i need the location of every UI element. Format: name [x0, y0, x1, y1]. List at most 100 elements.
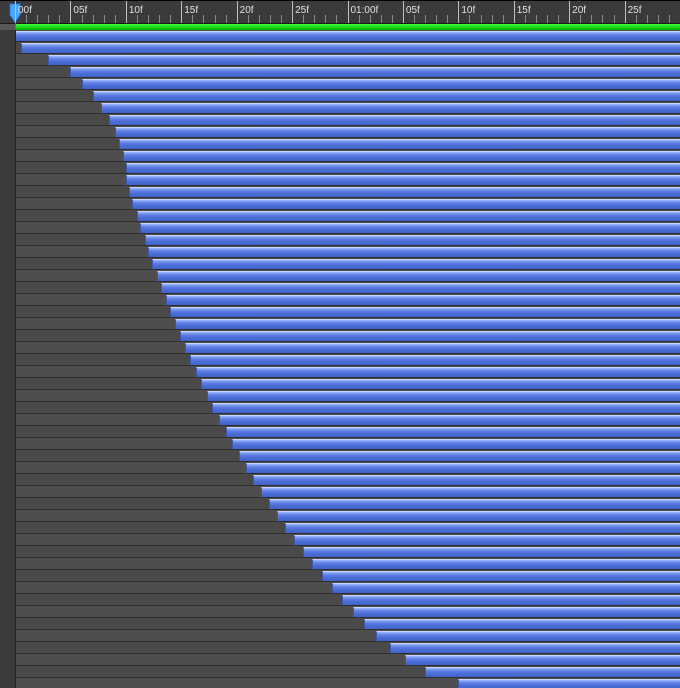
layer-row[interactable] [0, 654, 680, 666]
layer-bar[interactable] [332, 583, 680, 593]
layer-row[interactable] [0, 582, 680, 594]
layer-row[interactable] [0, 198, 680, 210]
layer-row[interactable] [0, 378, 680, 390]
layer-row[interactable] [0, 270, 680, 282]
layer-bar[interactable] [322, 571, 680, 581]
layer-row[interactable] [0, 450, 680, 462]
layer-row[interactable] [0, 462, 680, 474]
layer-row[interactable] [0, 54, 680, 66]
layer-bar[interactable] [145, 235, 680, 245]
layer-row[interactable] [0, 642, 680, 654]
layer-bar[interactable] [157, 271, 680, 281]
layer-row[interactable] [0, 402, 680, 414]
layer-row[interactable] [0, 222, 680, 234]
layer-bar[interactable] [239, 451, 680, 461]
layer-row[interactable] [0, 126, 680, 138]
layer-row[interactable] [0, 534, 680, 546]
layer-bar[interactable] [126, 175, 680, 185]
layer-bar[interactable] [364, 619, 680, 629]
layer-row[interactable] [0, 390, 680, 402]
layer-bar[interactable] [140, 223, 680, 233]
layer-bar[interactable] [70, 67, 680, 77]
layer-row[interactable] [0, 606, 680, 618]
layer-row[interactable] [0, 366, 680, 378]
layer-bar[interactable] [115, 127, 680, 137]
time-ruler[interactable]: 00f05f10f15f20f25f01:00f05f10f15f20f25f [0, 0, 680, 24]
layer-bar[interactable] [175, 319, 680, 329]
layer-bar[interactable] [207, 391, 680, 401]
layer-row[interactable] [0, 174, 680, 186]
layer-row[interactable] [0, 522, 680, 534]
layer-row[interactable] [0, 162, 680, 174]
layer-row[interactable] [0, 30, 680, 42]
layer-row[interactable] [0, 474, 680, 486]
layer-bar[interactable] [303, 547, 680, 557]
layer-bar[interactable] [458, 679, 680, 688]
layer-row[interactable] [0, 42, 680, 54]
layer-bar[interactable] [148, 247, 680, 257]
layer-row[interactable] [0, 330, 680, 342]
layer-row[interactable] [0, 294, 680, 306]
layer-bar[interactable] [82, 79, 680, 89]
layer-row[interactable] [0, 618, 680, 630]
layer-tracks[interactable] [0, 30, 680, 688]
layer-bar[interactable] [285, 523, 680, 533]
layer-row[interactable] [0, 90, 680, 102]
layer-bar[interactable] [161, 283, 680, 293]
layer-bar[interactable] [232, 439, 680, 449]
layer-bar[interactable] [342, 595, 680, 605]
layer-bar[interactable] [119, 139, 680, 149]
layer-bar[interactable] [261, 487, 680, 497]
layer-bar[interactable] [190, 355, 680, 365]
layer-bar[interactable] [129, 187, 680, 197]
layer-bar[interactable] [137, 211, 680, 221]
layer-row[interactable] [0, 678, 680, 688]
layer-row[interactable] [0, 342, 680, 354]
layer-row[interactable] [0, 414, 680, 426]
layer-bar[interactable] [166, 295, 680, 305]
layer-bar[interactable] [196, 367, 680, 377]
layer-row[interactable] [0, 426, 680, 438]
layer-bar[interactable] [201, 379, 680, 389]
layer-bar[interactable] [123, 151, 680, 161]
layer-bar[interactable] [405, 655, 680, 665]
layer-row[interactable] [0, 234, 680, 246]
layer-row[interactable] [0, 246, 680, 258]
layer-bar[interactable] [15, 31, 680, 41]
layer-bar[interactable] [152, 259, 680, 269]
layer-row[interactable] [0, 666, 680, 678]
layer-bar[interactable] [219, 415, 680, 425]
layer-row[interactable] [0, 630, 680, 642]
layer-bar[interactable] [353, 607, 680, 617]
layer-row[interactable] [0, 306, 680, 318]
layer-bar[interactable] [170, 307, 680, 317]
layer-bar[interactable] [390, 643, 680, 653]
layer-row[interactable] [0, 594, 680, 606]
layer-bar[interactable] [425, 667, 680, 677]
layer-row[interactable] [0, 66, 680, 78]
layer-row[interactable] [0, 114, 680, 126]
layer-bar[interactable] [246, 463, 680, 473]
layer-bar[interactable] [185, 343, 680, 353]
layer-row[interactable] [0, 486, 680, 498]
layer-bar[interactable] [93, 91, 680, 101]
layer-bar[interactable] [48, 55, 680, 65]
layer-row[interactable] [0, 510, 680, 522]
layer-bar[interactable] [126, 163, 680, 173]
layer-row[interactable] [0, 318, 680, 330]
layer-bar[interactable] [277, 511, 680, 521]
layer-bar[interactable] [376, 631, 680, 641]
layer-row[interactable] [0, 498, 680, 510]
layer-row[interactable] [0, 78, 680, 90]
layer-row[interactable] [0, 282, 680, 294]
layer-bar[interactable] [294, 535, 680, 545]
layer-row[interactable] [0, 354, 680, 366]
layer-bar[interactable] [101, 103, 680, 113]
layer-row[interactable] [0, 558, 680, 570]
layer-bar[interactable] [212, 403, 680, 413]
layer-row[interactable] [0, 546, 680, 558]
layer-row[interactable] [0, 210, 680, 222]
layer-bar[interactable] [109, 115, 680, 125]
layer-bar[interactable] [132, 199, 680, 209]
layer-row[interactable] [0, 102, 680, 114]
